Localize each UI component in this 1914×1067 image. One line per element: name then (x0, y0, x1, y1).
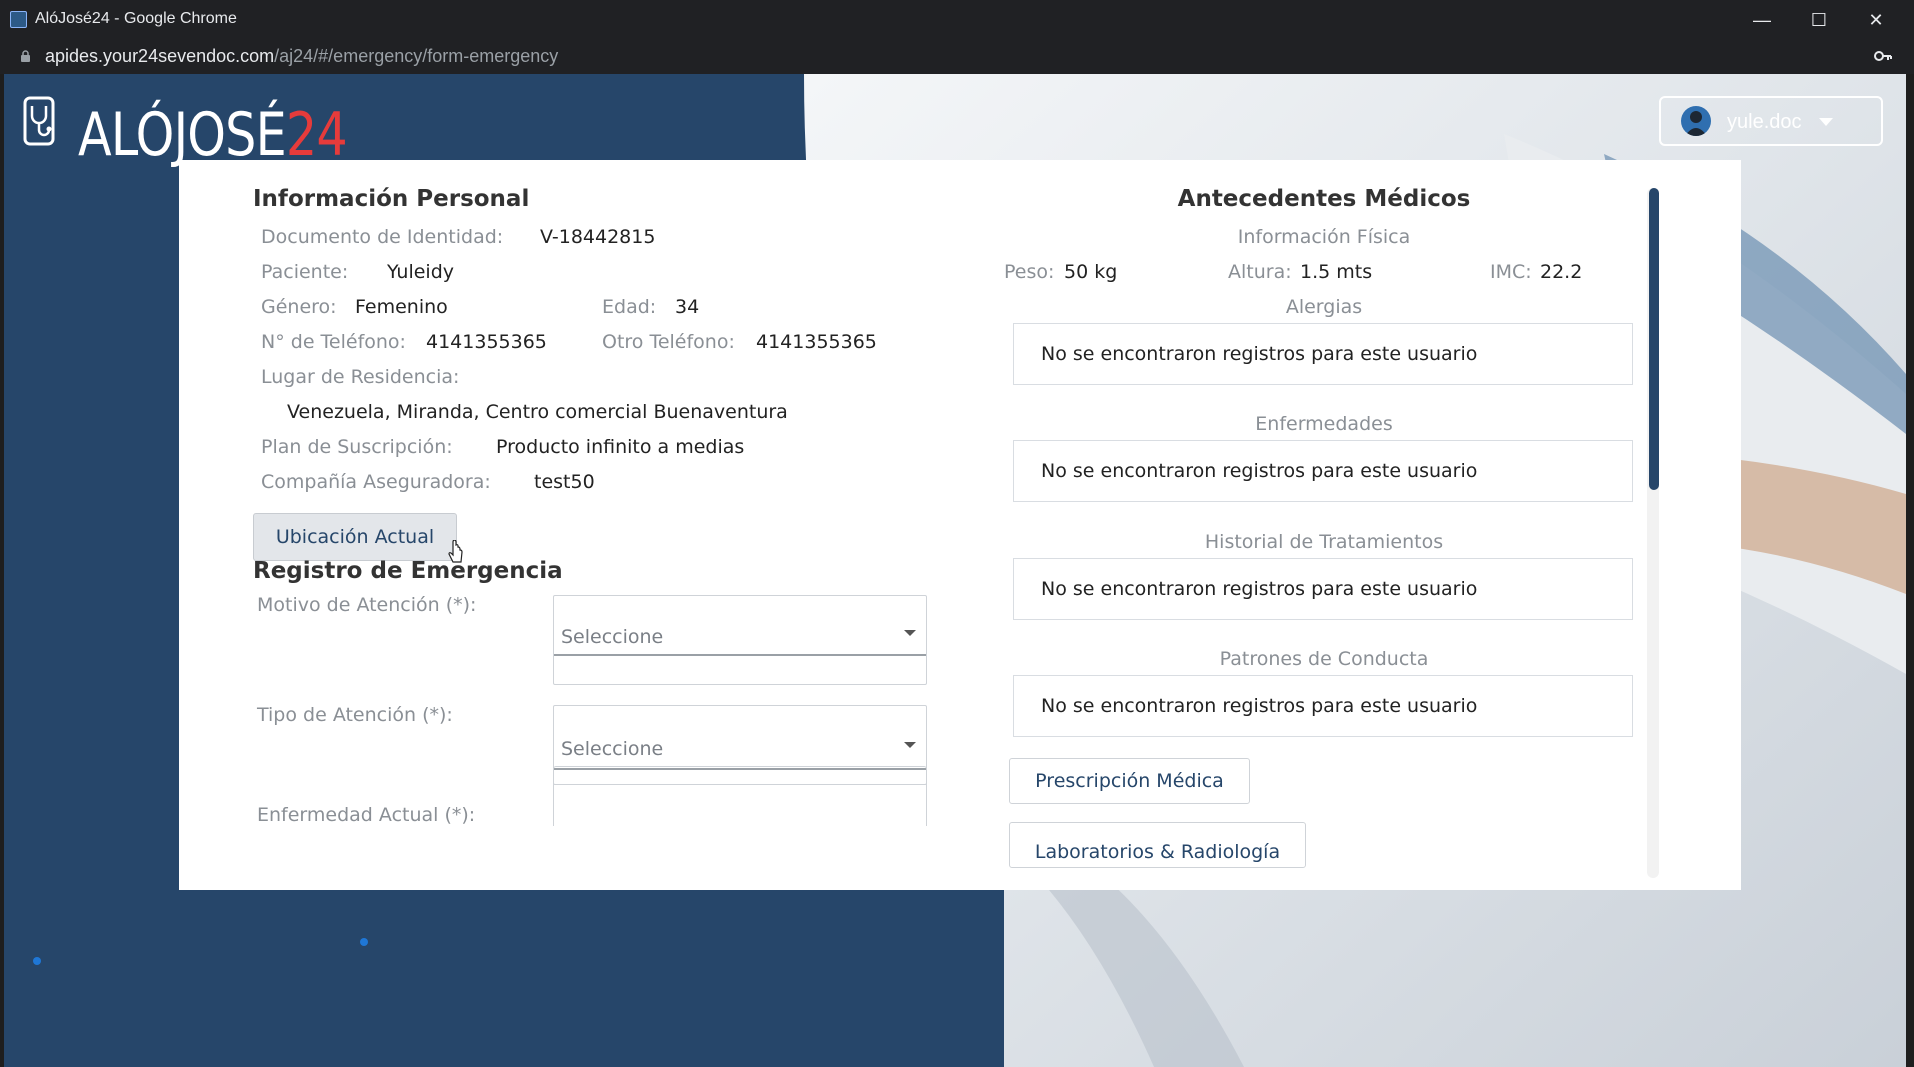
user-name: yule.doc (1727, 111, 1802, 133)
reason-select[interactable]: Seleccione (553, 595, 927, 685)
decorative-dot (33, 957, 41, 965)
prescription-button[interactable]: Prescripción Médica (1009, 758, 1250, 804)
reason-label: Motivo de Atención (*): (257, 594, 477, 616)
treatments-empty-text: No se encontraron registros para este us… (1041, 578, 1478, 600)
behavior-empty-text: No se encontraron registros para este us… (1041, 695, 1478, 717)
type-select-value: Seleccione (561, 738, 664, 760)
plan-label: Plan de Suscripción: (261, 436, 453, 458)
personal-info-title: Información Personal (253, 186, 530, 212)
weight-label: Peso: (1004, 261, 1055, 283)
maximize-button[interactable]: ☐ (1797, 6, 1841, 34)
type-select-field[interactable]: Seleccione (554, 706, 926, 770)
treatments-box: No se encontraron registros para este us… (1013, 558, 1633, 620)
url-domain: apides.your24sevendoc.com (45, 46, 275, 66)
id-label: Documento de Identidad: (261, 226, 504, 248)
emergency-form-card: Información Personal Documento de Identi… (179, 160, 1741, 890)
plan-value: Producto infinito a medias (496, 436, 745, 458)
physical-info-title: Información Física (1237, 226, 1411, 248)
patient-value: Yuleidy (387, 261, 455, 283)
treatments-title: Historial de Tratamientos (1204, 531, 1444, 553)
card-scrollbar-thumb[interactable] (1649, 188, 1659, 490)
allergies-box: No se encontraron registros para este us… (1013, 323, 1633, 385)
allergies-empty-text: No se encontraron registros para este us… (1041, 343, 1478, 365)
avatar-icon (1685, 111, 1707, 136)
type-label: Tipo de Atención (*): (257, 704, 453, 726)
chevron-down-icon (904, 742, 916, 748)
age-value: 34 (675, 296, 700, 318)
minimize-button[interactable]: — (1740, 6, 1784, 34)
chevron-down-icon (1819, 118, 1833, 126)
current-location-button[interactable]: Ubicación Actual (253, 513, 457, 561)
insurer-value: test50 (534, 471, 595, 493)
medical-history-title: Antecedentes Médicos (1177, 186, 1471, 212)
insurer-label: Compañía Aseguradora: (261, 471, 491, 493)
reason-select-value: Seleccione (561, 626, 664, 648)
weight-value: 50 kg (1064, 261, 1118, 283)
behavior-box: No se encontraron registros para este us… (1013, 675, 1633, 737)
diseases-title: Enfermedades (1255, 413, 1393, 435)
decorative-dot (360, 938, 368, 946)
reason-select-field[interactable]: Seleccione (554, 596, 926, 656)
window-title: AlóJosé24 - Google Chrome (35, 10, 237, 27)
phone-value: 4141355365 (426, 331, 547, 353)
age-label: Edad: (602, 296, 657, 318)
allergies-title: Alergias (1285, 296, 1363, 318)
chevron-down-icon (904, 630, 916, 636)
id-value: V-18442815 (540, 226, 656, 248)
stethoscope-phone-icon (23, 96, 55, 146)
url-text[interactable]: apides.your24sevendoc.com/aj24/#/emergen… (45, 46, 558, 67)
residence-label: Lugar de Residencia: (261, 366, 460, 388)
illness-textarea[interactable] (553, 766, 927, 826)
diseases-empty-text: No se encontraron registros para este us… (1041, 460, 1478, 482)
user-avatar (1681, 106, 1711, 136)
phone-label: N° de Teléfono: (261, 331, 406, 353)
page-background: ALÓJOSÉ24 yule.doc Información Personal … (4, 74, 1906, 1067)
other-phone-label: Otro Teléfono: (602, 331, 735, 353)
residence-value: Venezuela, Miranda, Centro comercial Bue… (287, 401, 788, 423)
emergency-title: Registro de Emergencia (253, 558, 563, 584)
other-phone-value: 4141355365 (756, 331, 877, 353)
address-bar[interactable]: apides.your24sevendoc.com/aj24/#/emergen… (0, 40, 1914, 74)
gender-value: Femenino (355, 296, 448, 318)
close-window-button[interactable]: ✕ (1854, 6, 1898, 34)
bmi-value: 22.2 (1540, 261, 1583, 283)
user-menu-button[interactable]: yule.doc (1659, 96, 1883, 146)
height-label: Altura: (1228, 261, 1292, 283)
password-key-icon[interactable] (1874, 49, 1892, 63)
height-value: 1.5 mts (1300, 261, 1373, 283)
browser-title-bar: AlóJosé24 - Google Chrome — ☐ ✕ (0, 0, 1914, 40)
labs-radiology-button[interactable]: Laboratorios & Radiología (1009, 822, 1306, 868)
lock-icon (21, 50, 30, 62)
diseases-box: No se encontraron registros para este us… (1013, 440, 1633, 502)
site-favicon-icon (10, 11, 27, 28)
behavior-title: Patrones de Conducta (1219, 648, 1429, 670)
patient-label: Paciente: (261, 261, 349, 283)
bmi-label: IMC: (1490, 261, 1532, 283)
illness-label: Enfermedad Actual (*): (257, 804, 476, 826)
gender-label: Género: (261, 296, 337, 318)
url-path: /aj24/#/emergency/form-emergency (274, 46, 559, 66)
